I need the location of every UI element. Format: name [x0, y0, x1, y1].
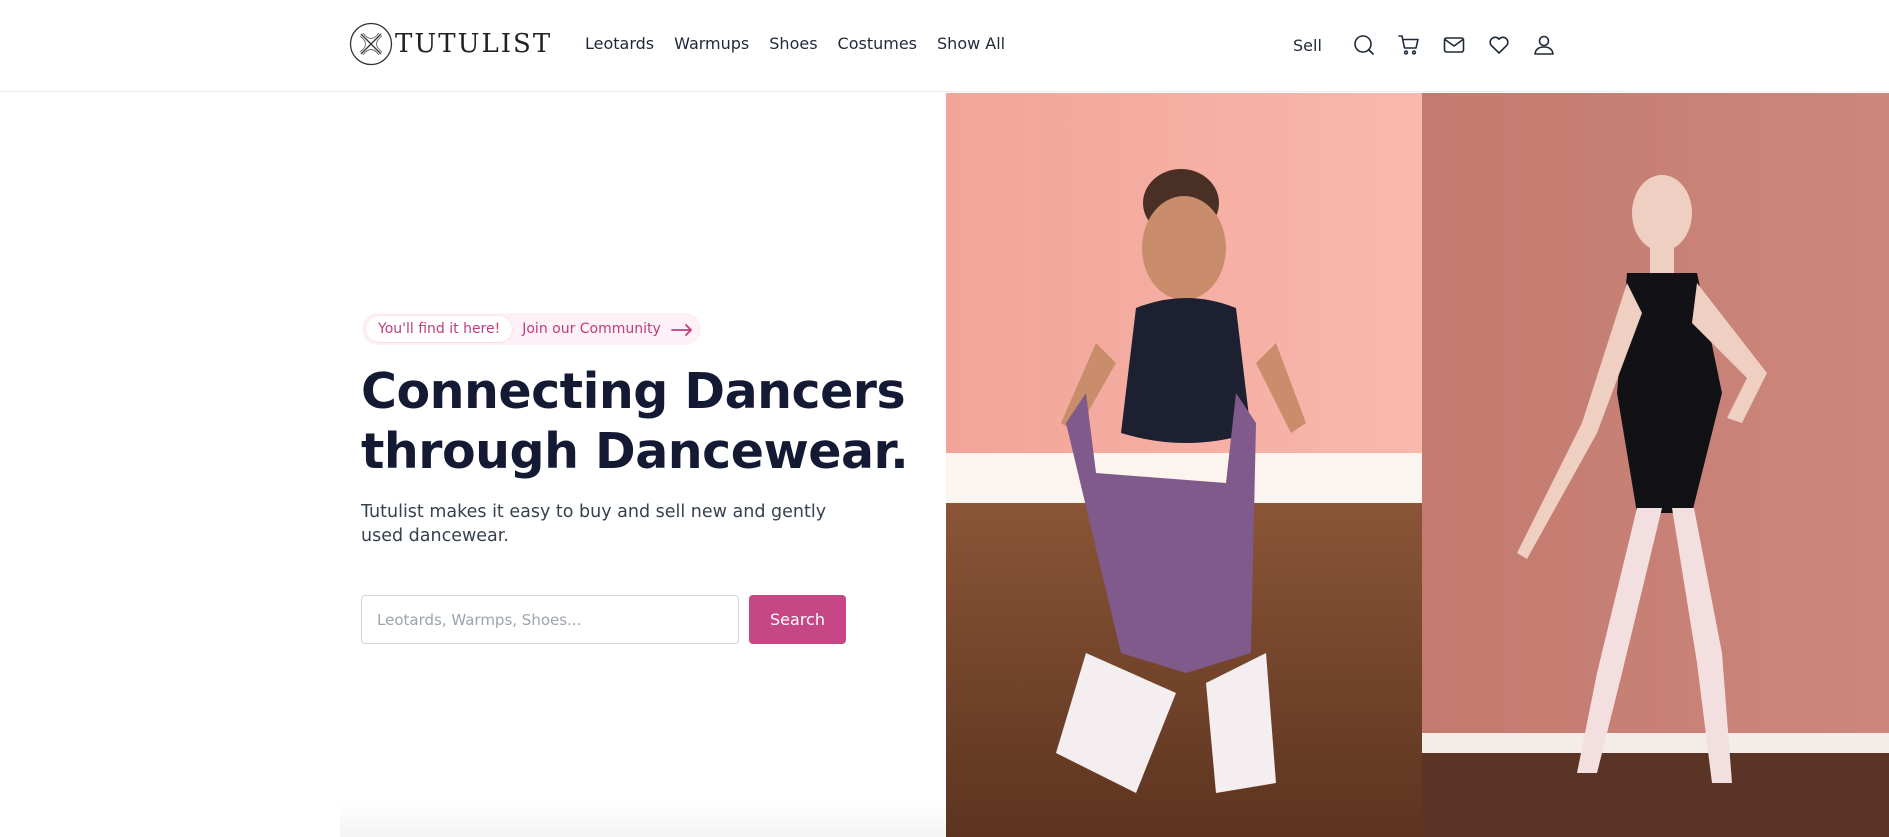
community-pill: You'll find it here! Join our Community — [362, 313, 701, 345]
site-header: TUTULIST Leotards Warmups Shoes Costumes… — [0, 0, 1889, 92]
x-circle-logo-icon — [349, 22, 393, 66]
header-actions: Sell — [1293, 24, 1567, 66]
hero-subtext: Tutulist makes it easy to buy and sell n… — [361, 502, 827, 546]
heart-icon — [1489, 36, 1510, 54]
hero-headline: Connecting Dancers through Dancewear. — [361, 362, 921, 482]
brand-name: TUTULIST — [395, 29, 553, 59]
search-button[interactable] — [1342, 24, 1387, 66]
nav-show-all[interactable]: Show All — [937, 34, 1005, 53]
cart-button[interactable] — [1387, 24, 1432, 66]
nav-shoes[interactable]: Shoes — [769, 34, 817, 53]
nav-costumes[interactable]: Costumes — [838, 34, 917, 53]
mail-icon — [1444, 37, 1465, 53]
cart-icon — [1398, 35, 1420, 55]
headline-line-1: Connecting Dancers — [361, 363, 906, 420]
messages-button[interactable] — [1432, 24, 1477, 66]
join-community-link[interactable]: Join our Community — [522, 321, 693, 337]
sell-link[interactable]: Sell — [1293, 36, 1322, 55]
main-nav: Leotards Warmups Shoes Costumes Show All — [585, 34, 1005, 53]
nav-leotards[interactable]: Leotards — [585, 34, 654, 53]
headline-line-2: through Dancewear. — [361, 423, 909, 480]
search-icon — [1354, 35, 1375, 55]
account-button[interactable] — [1522, 24, 1567, 66]
hero-image-standing-dancer — [1422, 93, 1889, 837]
search-submit-button[interactable]: Search — [749, 595, 846, 644]
logo[interactable]: TUTULIST — [349, 22, 552, 66]
hero-image-seated-dancer — [946, 93, 1422, 837]
join-community-label: Join our Community — [522, 321, 661, 337]
search-input[interactable] — [361, 595, 739, 644]
hero-badge: You'll find it here! — [366, 316, 513, 342]
nav-warmups[interactable]: Warmups — [674, 34, 749, 53]
arrow-right-icon — [670, 322, 693, 336]
bottom-shadow — [340, 800, 946, 837]
user-icon — [1534, 35, 1555, 55]
favorites-button[interactable] — [1477, 24, 1522, 66]
